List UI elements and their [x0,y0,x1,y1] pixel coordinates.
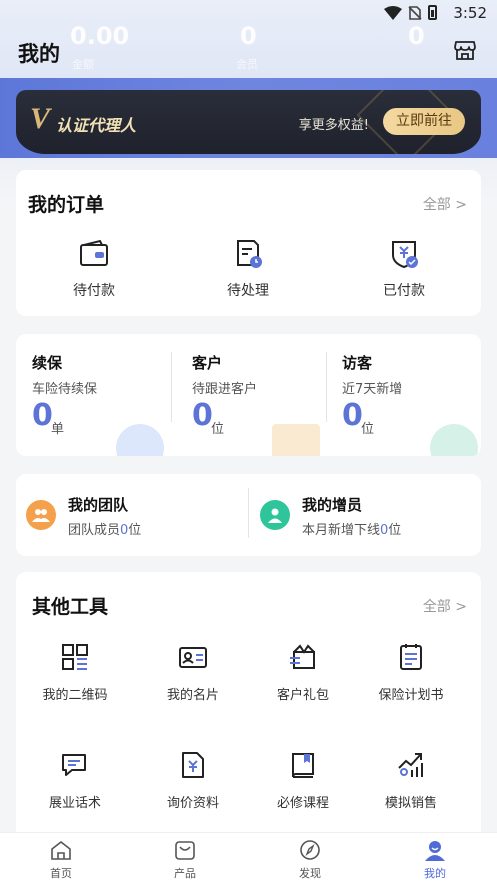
my-orders-card: 我的订单 全部 > 待付款 待处理 已付款 [16,170,481,316]
business-card-icon [179,647,207,668]
plan-book-icon [400,644,422,670]
tool-label: 必修课程 [276,796,329,811]
profile-icon [425,841,445,861]
stat-unit: 位 [361,422,375,437]
qrcode-icon [62,644,88,670]
tool-label: 客户礼包 [276,688,329,703]
order-label: 已付款 [383,283,425,299]
tool-mock-sales[interactable]: 模拟销售 [356,750,466,811]
recruit-title: 我的增员 [302,496,363,514]
agent-certification-banner[interactable]: V 认证代理人 享更多权益! 立即前往 [16,90,481,154]
tool-label: 我的名片 [166,688,219,703]
team-title: 我的团队 [68,496,129,514]
stat-title: 续保 [32,354,63,372]
tab-label: 产品 [174,867,196,880]
order-label: 待处理 [227,283,269,299]
stat-unit: 位 [211,422,225,437]
status-bar: 3:52 [0,0,497,28]
tool-sales-script[interactable]: 展业话术 [20,750,130,811]
calendar-watermark-icon [272,424,320,456]
stat-subtitle: 待跟进客户 [192,382,258,397]
order-paid[interactable]: 已付款 [344,238,464,300]
tool-customer-gift[interactable]: 客户礼包 [248,642,358,703]
team-subtitle: 团队成员0位 [68,523,142,538]
store-icon[interactable] [453,38,477,62]
order-label: 待付款 [73,283,115,299]
paid-shield-icon [392,241,418,269]
page-title: 我的 [18,42,60,66]
orders-all-link[interactable]: 全部 > [423,194,467,214]
bottom-tab-bar: 首页 产品 发现 我的 [0,832,497,886]
tool-price-inquiry[interactable]: 询价资料 [138,750,248,811]
my-team[interactable]: 我的团队 团队成员0位 [16,492,236,538]
orders-title: 我的订单 [28,194,105,216]
ghost-label: 会员 [236,58,258,71]
home-icon [51,840,71,860]
stat-subtitle: 车险待续保 [32,382,98,397]
tool-required-course[interactable]: 必修课程 [248,750,358,811]
gift-icon [290,644,315,669]
stat-title: 访客 [342,354,373,372]
recruit-subtitle: 本月新增下线0位 [302,523,402,538]
compass-icon [300,840,320,860]
banner-title: 认证代理人 [56,116,137,135]
tool-label: 展业话术 [48,796,101,811]
tool-label: 保险计划书 [378,688,444,703]
tab-discover[interactable]: 发现 [270,839,350,881]
tool-label: 询价资料 [166,796,219,811]
stat-title: 客户 [192,354,223,372]
chat-script-icon [62,754,86,776]
tool-label: 我的二维码 [42,688,108,703]
stat-subtitle: 近7天新增 [342,382,403,397]
stat-value: 0 [342,398,363,433]
stat-renewal[interactable]: 续保 车险待续保 0 单 [16,334,171,456]
tool-my-qrcode[interactable]: 我的二维码 [20,642,130,703]
stat-visitors[interactable]: 访客 近7天新增 0 位 [326,334,481,456]
tab-home[interactable]: 首页 [21,839,101,881]
price-doc-icon [182,752,204,778]
order-pending-payment[interactable]: 待付款 [34,238,154,300]
stat-unit: 单 [51,422,65,437]
go-now-button[interactable]: 立即前往 [383,108,465,135]
person-watermark-icon [430,424,478,456]
tool-my-card[interactable]: 我的名片 [138,642,248,703]
tools-all-link[interactable]: 全部 > [423,596,467,616]
divider [248,488,249,538]
order-pending-process[interactable]: 待处理 [188,238,308,300]
stat-customers[interactable]: 客户 待跟进客户 0 位 [176,334,331,456]
ghost-stats: 0.00 0 0 金额 会员 [0,22,497,72]
course-book-icon [292,753,314,778]
my-recruits[interactable]: 我的增员 本月新增下线0位 [250,492,470,538]
wallet-icon [80,239,108,266]
tab-mine[interactable]: 我的 [395,839,475,881]
product-bag-icon [175,841,195,860]
status-time: 3:52 [453,4,487,22]
no-sim-icon [408,5,422,20]
clock-watermark-icon [116,424,164,456]
recruit-icon [260,500,290,530]
business-stats-card: 续保 车险待续保 0 单 客户 待跟进客户 0 位 访客 近7天新增 0 位 [16,334,481,456]
ghost-label: 金额 [72,58,94,71]
tool-insurance-plan[interactable]: 保险计划书 [356,642,466,703]
sales-chart-icon [398,753,423,777]
banner-tip: 享更多权益! [298,118,369,133]
wifi-icon [384,5,402,20]
stat-value: 0 [192,398,213,433]
stat-value: 0 [32,398,53,433]
agent-v-badge-icon: V [30,102,51,135]
tools-title: 其他工具 [32,596,109,618]
tab-label: 我的 [424,867,446,880]
tab-label: 首页 [50,867,72,880]
divider [171,352,172,422]
team-icon [26,500,56,530]
tab-products[interactable]: 产品 [145,839,225,881]
tab-label: 发现 [299,867,321,880]
other-tools-card: 其他工具 全部 > 我的二维码 我的名片 客户礼包 保险计划书 展业话术 询价资… [16,572,481,842]
battery-icon [428,5,437,20]
team-card: 我的团队 团队成员0位 我的增员 本月新增下线0位 [16,474,481,556]
pending-document-icon [237,240,262,268]
tool-label: 模拟销售 [384,796,437,811]
